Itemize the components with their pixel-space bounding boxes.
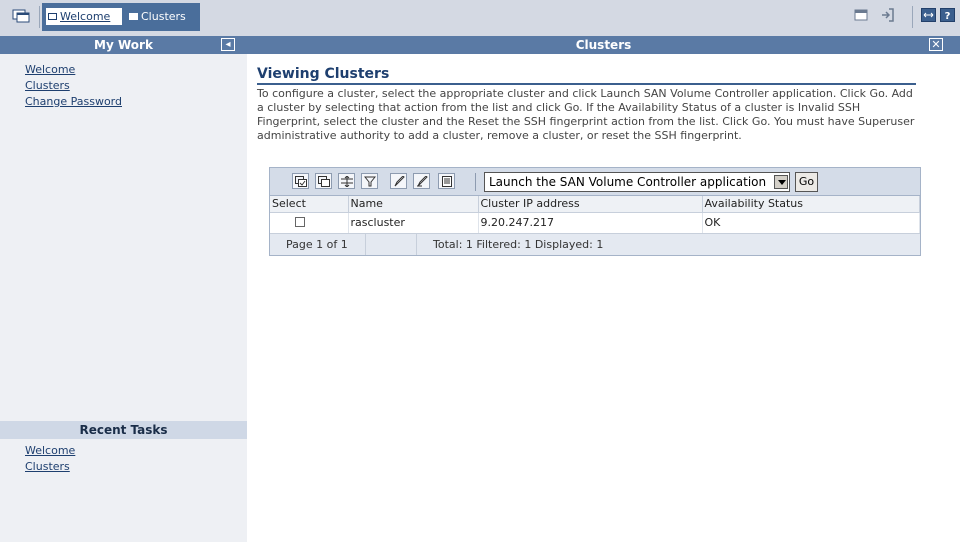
row-checkbox[interactable] [295, 217, 305, 227]
select-cell [270, 212, 349, 234]
nav-link-welcome[interactable]: Welcome [25, 62, 122, 78]
help-icon[interactable]: ? [940, 8, 955, 25]
table-row: rascluster 9.20.247.217 OK [270, 212, 920, 234]
table-toolbar: Launch the SAN Volume Controller applica… [270, 168, 920, 196]
show-filter-row-icon[interactable] [338, 173, 355, 189]
my-work-title: My Work [94, 38, 153, 52]
logout-icon[interactable] [880, 7, 896, 26]
separator [39, 6, 40, 28]
recent-task-links: Welcome Clusters [25, 443, 75, 475]
edit-sort-icon[interactable] [390, 173, 407, 189]
deselect-all-icon[interactable] [315, 173, 332, 189]
recent-tasks-header: Recent Tasks [0, 421, 247, 439]
go-button[interactable]: Go [795, 172, 818, 192]
top-tab-bar: Welcome Clusters ? [0, 0, 960, 36]
tab-clusters[interactable]: Clusters [127, 8, 197, 25]
action-select[interactable]: Launch the SAN Volume Controller applica… [484, 172, 790, 192]
action-select-value: Launch the SAN Volume Controller applica… [489, 175, 767, 189]
recent-link-welcome[interactable]: Welcome [25, 443, 75, 459]
chevron-down-icon[interactable] [774, 175, 788, 189]
table-totals: Total: 1 Filtered: 1 Displayed: 1 [433, 237, 604, 251]
column-header-ip[interactable]: Cluster IP address [478, 196, 703, 213]
tab-window-icon [129, 13, 138, 20]
tab-welcome-label: Welcome [60, 10, 111, 23]
window-icon[interactable] [12, 9, 30, 23]
column-header-status[interactable]: Availability Status [702, 196, 920, 213]
table-footer: Page 1 of 1 Total: 1 Filtered: 1 Display… [270, 233, 920, 255]
expand-icon[interactable] [921, 8, 936, 25]
my-work-header: My Work ◂ [0, 36, 247, 54]
main-header-title: Clusters [575, 38, 632, 52]
recent-link-clusters[interactable]: Clusters [25, 459, 75, 475]
name-cell: rascluster [348, 212, 479, 234]
minimize-icon[interactable] [854, 9, 868, 24]
nav-link-clusters[interactable]: Clusters [25, 78, 122, 94]
nav-link-change-password[interactable]: Change Password [25, 94, 122, 110]
separator [912, 6, 913, 28]
toolbar-separator [475, 173, 476, 191]
table-header-row: Select Name Cluster IP address Availabil… [270, 196, 920, 213]
recent-tasks-title: Recent Tasks [79, 423, 168, 437]
status-cell: OK [702, 212, 920, 234]
tab-welcome[interactable]: Welcome [46, 8, 122, 25]
main-content: Viewing Clusters To configure a cluster,… [257, 54, 917, 143]
left-navigation-panel: My Work ◂ Welcome Clusters Change Passwo… [0, 36, 247, 542]
page-indicator: Page 1 of 1 [286, 237, 348, 251]
select-all-icon[interactable] [292, 173, 309, 189]
collapse-icon[interactable]: ◂ [221, 38, 235, 51]
intro-text: To configure a cluster, select the appro… [257, 87, 915, 142]
clusters-table: Launch the SAN Volume Controller applica… [269, 167, 921, 256]
close-icon[interactable]: ✕ [929, 38, 943, 51]
main-header: Clusters ✕ [247, 36, 960, 54]
clear-sort-icon[interactable] [413, 173, 430, 189]
tab-window-icon [48, 13, 57, 20]
footer-divider [365, 233, 366, 255]
svg-text:?: ? [945, 11, 951, 22]
my-work-links: Welcome Clusters Change Password [25, 62, 122, 110]
filter-icon[interactable] [361, 173, 378, 189]
tab-clusters-label: Clusters [141, 10, 186, 23]
column-header-name[interactable]: Name [348, 196, 479, 213]
page-title: Viewing Clusters [257, 66, 916, 85]
ip-cell: 9.20.247.217 [478, 212, 703, 234]
footer-divider [416, 233, 417, 255]
clusters-grid: Select Name Cluster IP address Availabil… [270, 196, 920, 234]
column-header-select[interactable]: Select [270, 196, 349, 213]
collapse-table-icon[interactable] [438, 173, 455, 189]
